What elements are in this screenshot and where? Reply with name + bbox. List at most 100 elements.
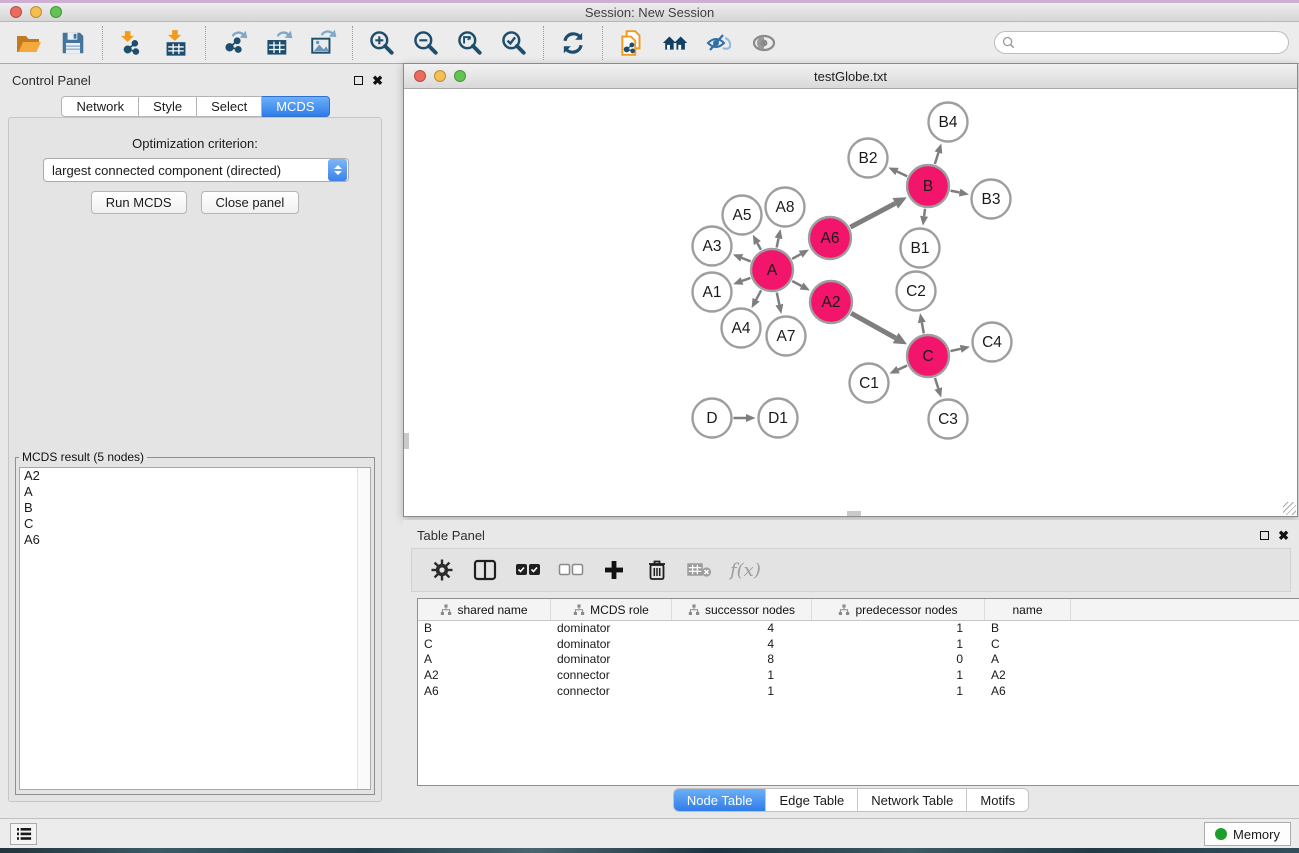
graph-node-C3[interactable]: C3: [929, 400, 968, 439]
node-table[interactable]: shared nameMCDS rolesuccessor nodesprede…: [417, 598, 1299, 786]
graph-node-A7[interactable]: A7: [767, 317, 806, 356]
maximize-window-button[interactable]: [50, 6, 62, 18]
gear-icon[interactable]: [429, 557, 455, 583]
delete-table-icon[interactable]: [687, 557, 713, 583]
criterion-dropdown[interactable]: largest connected component (directed): [43, 158, 349, 182]
graph-node-C4[interactable]: C4: [973, 323, 1012, 362]
graph-node-A8[interactable]: A8: [766, 188, 805, 227]
graph-node-A3[interactable]: A3: [693, 227, 732, 266]
show-graphics-icon[interactable]: [749, 28, 779, 58]
float-panel-icon[interactable]: [354, 76, 363, 85]
select-all-icon[interactable]: [515, 557, 541, 583]
desktop-wallpaper-edge-bottom: [0, 848, 1299, 853]
vertical-scroll-indicator[interactable]: [404, 433, 409, 449]
close-panel-button[interactable]: Close panel: [201, 191, 300, 214]
tab-mcds[interactable]: MCDS: [262, 96, 329, 117]
graph-node-B2[interactable]: B2: [849, 139, 888, 178]
result-list-item[interactable]: A6: [20, 532, 370, 548]
close-network-button[interactable]: [414, 70, 426, 82]
first-neighbors-icon[interactable]: [661, 28, 691, 58]
svg-text:D1: D1: [768, 410, 788, 427]
graph-node-A1[interactable]: A1: [693, 273, 732, 312]
maximize-network-button[interactable]: [454, 70, 466, 82]
table-row[interactable]: A6connector11A6: [418, 684, 1299, 700]
hide-selected-icon[interactable]: [705, 28, 735, 58]
column-header-name[interactable]: name: [985, 599, 1071, 620]
float-table-panel-icon[interactable]: [1260, 531, 1269, 540]
horizontal-scroll-indicator[interactable]: [847, 511, 861, 516]
column-header-MCDS-role[interactable]: MCDS role: [551, 599, 672, 620]
open-folder-icon[interactable]: [14, 28, 44, 58]
result-list-item[interactable]: A: [20, 484, 370, 500]
table-row[interactable]: A2connector11A2: [418, 668, 1299, 684]
minimize-window-button[interactable]: [30, 6, 42, 18]
export-network-icon[interactable]: [220, 28, 250, 58]
tab-network[interactable]: Network: [61, 96, 139, 117]
table-cell: C: [985, 637, 1071, 653]
zoom-fit-icon[interactable]: [455, 28, 485, 58]
network-window-titlebar[interactable]: testGlobe.txt: [404, 64, 1297, 89]
duplicate-network-icon[interactable]: [617, 28, 647, 58]
tab-node-table[interactable]: Node Table: [674, 789, 766, 811]
column-header-shared-name[interactable]: shared name: [418, 599, 551, 620]
trash-icon[interactable]: [644, 557, 670, 583]
table-row[interactable]: Adominator80A: [418, 652, 1299, 668]
graph-node-B3[interactable]: B3: [972, 180, 1011, 219]
memory-button[interactable]: Memory: [1204, 822, 1291, 846]
graph-node-A[interactable]: A: [751, 249, 793, 291]
graph-node-B1[interactable]: B1: [901, 229, 940, 268]
deselect-all-icon[interactable]: [558, 557, 584, 583]
graph-node-C1[interactable]: C1: [850, 364, 889, 403]
tab-select[interactable]: Select: [197, 96, 262, 117]
split-view-icon[interactable]: [472, 557, 498, 583]
graph-node-D[interactable]: D: [693, 399, 732, 438]
refresh-icon[interactable]: [558, 28, 588, 58]
save-icon[interactable]: [58, 28, 88, 58]
graph-node-A6[interactable]: A6: [809, 217, 851, 259]
svg-text:A2: A2: [822, 294, 841, 311]
graph-node-C[interactable]: C: [907, 335, 949, 377]
network-graph[interactable]: A A6 A2 B C A1 A3 A4 A5 A7 A8 B1 B2: [404, 89, 1297, 516]
tab-style[interactable]: Style: [139, 96, 197, 117]
table-row[interactable]: Bdominator41B: [418, 621, 1299, 637]
result-list-item[interactable]: C: [20, 516, 370, 532]
graph-node-A2[interactable]: A2: [810, 281, 852, 323]
table-row[interactable]: Cdominator41C: [418, 637, 1299, 653]
tab-motifs[interactable]: Motifs: [966, 789, 1028, 811]
graph-node-B4[interactable]: B4: [929, 103, 968, 142]
zoom-in-icon[interactable]: [367, 28, 397, 58]
result-list-scrollbar[interactable]: [357, 468, 370, 789]
graph-node-A5[interactable]: A5: [723, 196, 762, 235]
export-table-icon[interactable]: [264, 28, 294, 58]
import-network-icon[interactable]: [117, 28, 147, 58]
column-header-predecessor-nodes[interactable]: predecessor nodes: [812, 599, 985, 620]
mcds-result-list[interactable]: A2ABCA6: [19, 467, 371, 790]
network-canvas[interactable]: A A6 A2 B C A1 A3 A4 A5 A7 A8 B1 B2: [404, 89, 1297, 516]
resize-grip[interactable]: [1283, 502, 1296, 515]
task-history-button[interactable]: [10, 823, 37, 845]
zoom-out-icon[interactable]: [411, 28, 441, 58]
graph-node-D1[interactable]: D1: [759, 399, 798, 438]
result-list-item[interactable]: A2: [20, 468, 370, 484]
column-header-successor-nodes[interactable]: successor nodes: [672, 599, 812, 620]
export-image-icon[interactable]: [308, 28, 338, 58]
import-table-icon[interactable]: [161, 28, 191, 58]
minimize-network-button[interactable]: [434, 70, 446, 82]
search-input[interactable]: [1020, 34, 1288, 52]
close-window-button[interactable]: [10, 6, 22, 18]
add-column-icon[interactable]: [601, 557, 627, 583]
search-box[interactable]: [994, 31, 1289, 54]
graph-node-B[interactable]: B: [907, 165, 949, 207]
tab-network-table[interactable]: Network Table: [857, 789, 966, 811]
close-panel-icon[interactable]: ✖: [372, 76, 383, 85]
close-table-panel-icon[interactable]: ✖: [1278, 531, 1289, 540]
graph-node-C2[interactable]: C2: [897, 272, 936, 311]
run-mcds-button[interactable]: Run MCDS: [91, 191, 187, 214]
control-panel: Control Panel ✖ NetworkStyleSelectMCDS O…: [0, 64, 391, 818]
graph-node-A4[interactable]: A4: [722, 309, 761, 348]
zoom-selected-icon[interactable]: [499, 28, 529, 58]
tab-edge-table[interactable]: Edge Table: [765, 789, 857, 811]
result-list-item[interactable]: B: [20, 500, 370, 516]
column-header-filler: [1071, 599, 1299, 620]
svg-text:C2: C2: [906, 283, 926, 300]
